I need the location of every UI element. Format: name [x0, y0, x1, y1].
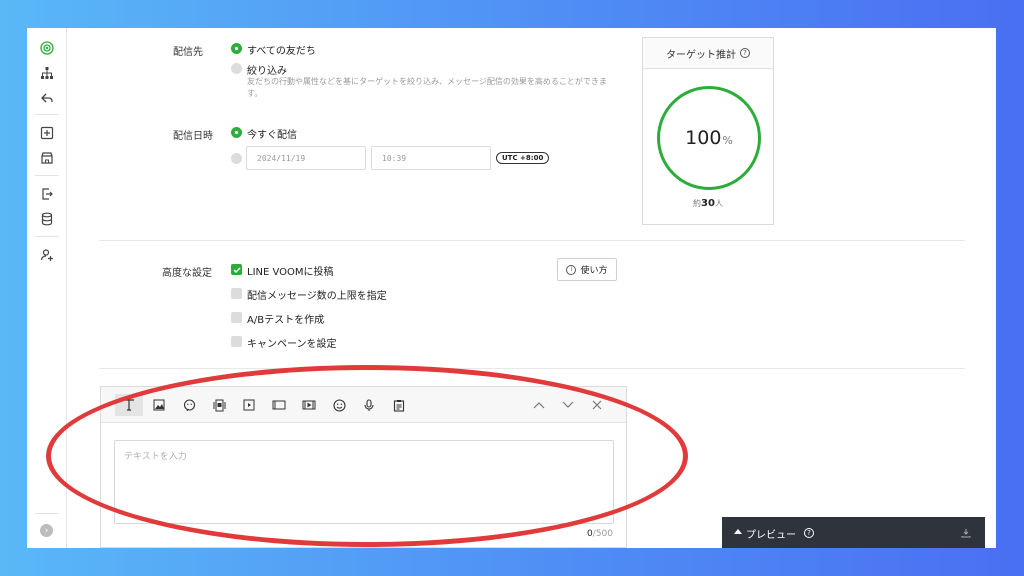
- check-icon: [232, 266, 241, 273]
- sidebar: ›: [27, 28, 67, 548]
- option-campaign[interactable]: キャンペーンを設定: [247, 335, 337, 350]
- checkbox-limit[interactable]: [231, 288, 242, 299]
- section-divider-2: [99, 368, 965, 369]
- counter-max: /500: [592, 529, 613, 539]
- message-text-input[interactable]: テキストを入力: [114, 440, 614, 524]
- target-estimate-header: ターゲット推計 ?: [643, 38, 773, 69]
- close-icon[interactable]: [583, 394, 611, 416]
- count-value: 30: [701, 198, 715, 209]
- option-all-friends[interactable]: すべての友だち: [247, 42, 316, 57]
- main-content: 配信先 すべての友だち 絞り込み 友だちの行動や属性などを基にターゲットを絞り込…: [68, 28, 996, 548]
- video-icon[interactable]: [235, 394, 263, 416]
- shop-icon[interactable]: [37, 148, 57, 168]
- move-down-icon[interactable]: [554, 394, 582, 416]
- expand-sidebar-icon[interactable]: ›: [40, 524, 53, 537]
- preview-bar[interactable]: プレビュー ?: [722, 517, 985, 548]
- option-limit[interactable]: 配信メッセージ数の上限を指定: [247, 287, 387, 302]
- add-content-icon[interactable]: [37, 123, 57, 143]
- expand-up-icon: [734, 529, 742, 534]
- checkbox-line-voom[interactable]: [231, 264, 242, 275]
- filter-hint-2: す。: [247, 89, 263, 98]
- checkbox-ab-test[interactable]: [231, 312, 242, 323]
- date-field[interactable]: 2024/11/19: [246, 146, 366, 170]
- target-estimate-title: ターゲット推計: [666, 49, 736, 61]
- radio-send-now[interactable]: [231, 127, 242, 138]
- howto-button[interactable]: i 使い方: [557, 258, 617, 281]
- option-ab-test[interactable]: A/Bテストを作成: [247, 311, 324, 326]
- target-coverage-ring: 100 %: [657, 86, 761, 190]
- target-percent: 100: [685, 127, 722, 149]
- text-icon[interactable]: [115, 394, 143, 416]
- info-icon: i: [566, 264, 577, 275]
- timezone-badge: UTC +8:00: [496, 152, 550, 164]
- schedule-label: 配信日時: [173, 131, 213, 142]
- option-line-voom[interactable]: LINE VOOMに投稿: [247, 263, 334, 278]
- radio-all-friends[interactable]: [231, 43, 242, 54]
- filter-hint-1: 友だちの行動や属性などを基にターゲットを絞り込み、メッセージ配信の効果を高めるこ…: [247, 77, 607, 86]
- add-user-icon[interactable]: [37, 245, 57, 265]
- card-message-icon[interactable]: [205, 394, 233, 416]
- target-count: 約30人: [643, 198, 773, 209]
- help-icon[interactable]: ?: [740, 48, 750, 58]
- preview-label: プレビュー: [746, 530, 796, 541]
- move-up-icon[interactable]: [525, 394, 553, 416]
- time-field[interactable]: 10:39: [371, 146, 491, 170]
- voice-icon[interactable]: [355, 394, 383, 416]
- broadcast-icon[interactable]: [37, 38, 57, 58]
- reply-icon[interactable]: [37, 88, 57, 108]
- app-window: › 配信先 すべての友だち 絞り込み 友だちの行動や属性などを基にターゲットを絞…: [27, 28, 996, 548]
- message-editor: テキストを入力 0/500: [100, 386, 627, 548]
- checkbox-campaign[interactable]: [231, 336, 242, 347]
- section-divider: [99, 240, 965, 241]
- option-filter[interactable]: 絞り込み: [247, 62, 287, 77]
- emoji-icon[interactable]: [325, 394, 353, 416]
- count-suffix: 人: [714, 199, 723, 208]
- target-estimate-card: ターゲット推計 ? 100 % 約30人: [642, 37, 774, 225]
- download-icon[interactable]: [961, 528, 971, 538]
- character-counter: 0/500: [587, 529, 613, 539]
- rich-message-icon[interactable]: [265, 394, 293, 416]
- database-icon[interactable]: [37, 209, 57, 229]
- target-percent-sign: %: [722, 133, 733, 147]
- option-send-now[interactable]: 今すぐ配信: [247, 126, 297, 141]
- delivery-target-label: 配信先: [173, 47, 203, 58]
- radio-filter[interactable]: [231, 63, 242, 74]
- sitemap-icon[interactable]: [37, 63, 57, 83]
- export-icon[interactable]: [37, 184, 57, 204]
- editor-toolbar: [101, 387, 626, 423]
- advanced-settings-label: 高度な設定: [162, 268, 212, 279]
- preview-help-icon[interactable]: ?: [804, 528, 814, 538]
- rich-video-icon[interactable]: [295, 394, 323, 416]
- image-icon[interactable]: [145, 394, 173, 416]
- radio-scheduled[interactable]: [231, 153, 242, 164]
- survey-icon[interactable]: [385, 394, 413, 416]
- howto-label: 使い方: [580, 266, 608, 276]
- approx-prefix: 約: [693, 199, 702, 208]
- text-input-placeholder: テキストを入力: [124, 452, 187, 462]
- stamp-icon[interactable]: [175, 394, 203, 416]
